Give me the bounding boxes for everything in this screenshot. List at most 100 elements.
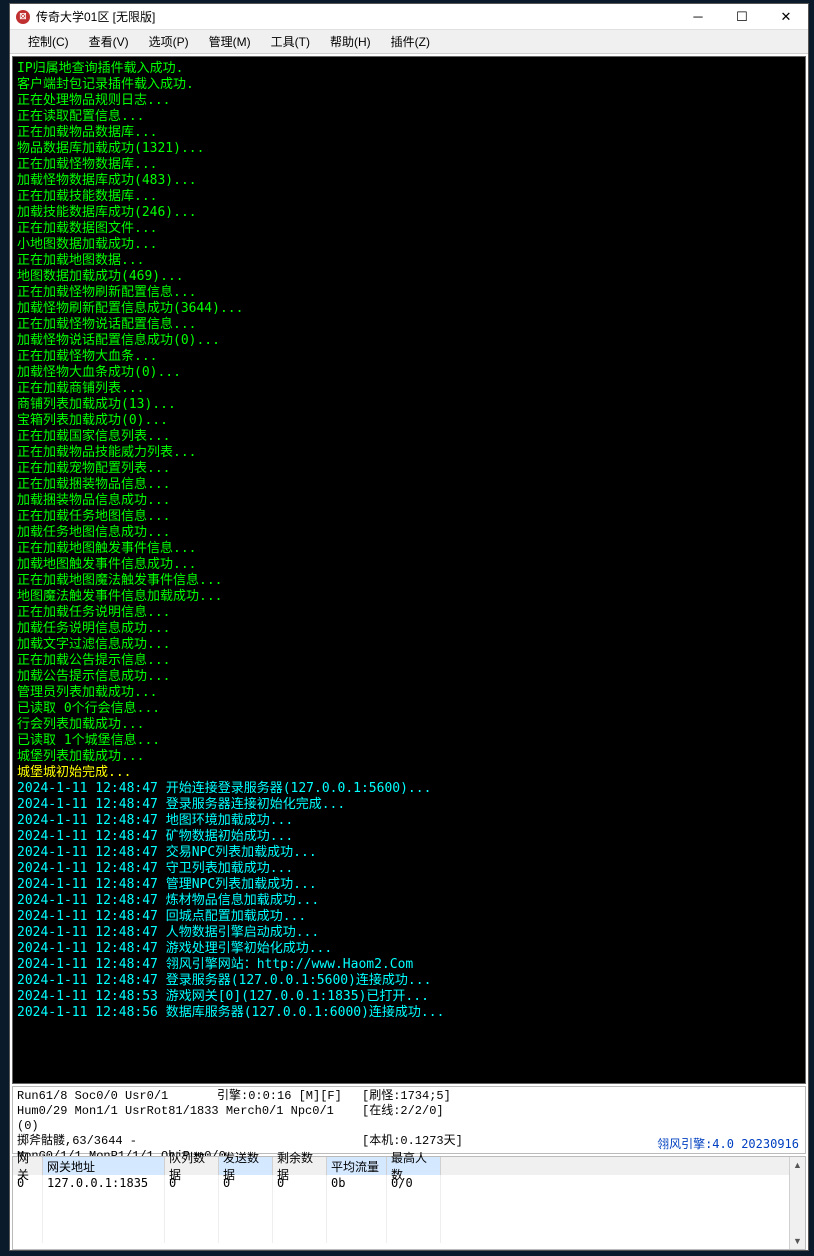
log-line: 加载怪物说话配置信息成功(0)... (13, 333, 805, 349)
cell-queue: 0 (165, 1175, 219, 1192)
table-row[interactable] (13, 1209, 805, 1226)
log-line: 正在加载数据图文件... (13, 221, 805, 237)
log-line: 城堡城初始完成... (13, 765, 805, 781)
log-line: 正在加载宠物配置列表... (13, 461, 805, 477)
console-log[interactable]: IP归属地查询插件载入成功.客户端封包记录插件载入成功.正在处理物品规则日志..… (12, 56, 806, 1084)
menu-options[interactable]: 选项(P) (139, 31, 199, 52)
log-line: 2024-1-11 12:48:47 登录服务器连接初始化完成... (13, 797, 805, 813)
log-line: 正在加载地图魔法触发事件信息... (13, 573, 805, 589)
table-row[interactable] (13, 1226, 805, 1243)
log-line: 正在加载怪物说话配置信息... (13, 317, 805, 333)
grid-scrollbar[interactable]: ▲ ▼ (789, 1157, 805, 1249)
status-online: [在线:2/2/0] (362, 1104, 801, 1134)
log-line: 2024-1-11 12:48:47 交易NPC列表加载成功... (13, 845, 805, 861)
col-remain[interactable]: 剩余数据 (273, 1157, 327, 1175)
maximize-button[interactable]: ☐ (720, 4, 764, 30)
log-line: 加载怪物大血条成功(0)... (13, 365, 805, 381)
log-line: 正在加载捆装物品信息... (13, 477, 805, 493)
log-line: 地图数据加载成功(469)... (13, 269, 805, 285)
log-line: 正在加载物品技能威力列表... (13, 445, 805, 461)
log-line: 正在加载地图数据... (13, 253, 805, 269)
log-line: 加载地图触发事件信息成功... (13, 557, 805, 573)
menubar: 控制(C) 查看(V) 选项(P) 管理(M) 工具(T) 帮助(H) 插件(Z… (10, 30, 808, 54)
minimize-button[interactable]: ─ (676, 4, 720, 30)
cell-gateway: 0 (13, 1175, 43, 1192)
log-line: 加载任务说明信息成功... (13, 621, 805, 637)
log-line: IP归属地查询插件载入成功. (13, 61, 805, 77)
log-line: 物品数据库加载成功(1321)... (13, 141, 805, 157)
log-line: 正在加载怪物数据库... (13, 157, 805, 173)
log-line: 正在加载技能数据库... (13, 189, 805, 205)
menu-view[interactable]: 查看(V) (79, 31, 139, 52)
log-line: 正在加载怪物大血条... (13, 349, 805, 365)
window-controls: ─ ☐ ✕ (676, 4, 808, 30)
log-line: 正在处理物品规则日志... (13, 93, 805, 109)
log-line: 正在加载地图触发事件信息... (13, 541, 805, 557)
log-line: 2024-1-11 12:48:47 炼材物品信息加载成功... (13, 893, 805, 909)
log-line: 正在加载商铺列表... (13, 381, 805, 397)
cell-send: 0 (219, 1175, 273, 1192)
log-line: 正在加载任务地图信息... (13, 509, 805, 525)
log-line: 2024-1-11 12:48:47 登录服务器(127.0.0.1:5600)… (13, 973, 805, 989)
table-row[interactable]: 0 127.0.0.1:1835 0 0 0 0b 0/0 (13, 1175, 805, 1192)
col-avg[interactable]: 平均流量 (327, 1157, 387, 1175)
menu-plugins[interactable]: 插件(Z) (381, 31, 440, 52)
cell-address: 127.0.0.1:1835 (43, 1175, 165, 1192)
log-line: 行会列表加载成功... (13, 717, 805, 733)
log-line: 宝箱列表加载成功(0)... (13, 413, 805, 429)
log-line: 加载公告提示信息成功... (13, 669, 805, 685)
titlebar[interactable]: ☒ 传奇大学01区 [无限版] ─ ☐ ✕ (10, 4, 808, 30)
engine-version: 翎风引擎:4.0 20230916 (657, 1137, 799, 1152)
log-line: 2024-1-11 12:48:47 守卫列表加载成功... (13, 861, 805, 877)
main-window: ☒ 传奇大学01区 [无限版] ─ ☐ ✕ 控制(C) 查看(V) 选项(P) … (9, 3, 809, 1251)
col-max[interactable]: 最高人数 (387, 1157, 441, 1175)
col-send[interactable]: 发送数据 (219, 1157, 273, 1175)
log-line: 商铺列表加载成功(13)... (13, 397, 805, 413)
col-address[interactable]: 网关地址 (43, 1157, 165, 1175)
cell-max: 0/0 (387, 1175, 441, 1192)
col-gateway[interactable]: 网关 (13, 1157, 43, 1175)
log-line: 加载怪物数据库成功(483)... (13, 173, 805, 189)
cell-remain: 0 (273, 1175, 327, 1192)
menu-control[interactable]: 控制(C) (18, 31, 79, 52)
log-line: 加载任务地图信息成功... (13, 525, 805, 541)
scroll-up-icon[interactable]: ▲ (790, 1157, 805, 1173)
log-line: 管理员列表加载成功... (13, 685, 805, 701)
status-engine-time: 引擎:0:0:16 [M][F] (217, 1089, 362, 1104)
log-line: 2024-1-11 12:48:47 矿物数据初始成功... (13, 829, 805, 845)
log-line: 正在加载国家信息列表... (13, 429, 805, 445)
close-button[interactable]: ✕ (764, 4, 808, 30)
grid-header: 网关 网关地址 队列数据 发送数据 剩余数据 平均流量 最高人数 (13, 1157, 805, 1175)
status-run: Run61/8 Soc0/0 Usr0/1 (17, 1089, 217, 1104)
log-line: 2024-1-11 12:48:47 回城点配置加载成功... (13, 909, 805, 925)
table-row[interactable] (13, 1192, 805, 1209)
log-line: 小地图数据加载成功... (13, 237, 805, 253)
cell-avg: 0b (327, 1175, 387, 1192)
menu-help[interactable]: 帮助(H) (320, 31, 381, 52)
status-hum: Hum0/29 Mon1/1 UsrRot81/1833 Merch0/1 Np… (17, 1104, 362, 1134)
log-line: 已读取 1个城堡信息... (13, 733, 805, 749)
log-line: 正在读取配置信息... (13, 109, 805, 125)
log-line: 加载怪物刷新配置信息成功(3644)... (13, 301, 805, 317)
log-line: 加载技能数据库成功(246)... (13, 205, 805, 221)
log-line: 正在加载公告提示信息... (13, 653, 805, 669)
log-line: 加载文字过滤信息成功... (13, 637, 805, 653)
log-line: 2024-1-11 12:48:47 开始连接登录服务器(127.0.0.1:5… (13, 781, 805, 797)
scroll-down-icon[interactable]: ▼ (790, 1233, 805, 1249)
log-line: 2024-1-11 12:48:47 管理NPC列表加载成功... (13, 877, 805, 893)
log-line: 2024-1-11 12:48:53 游戏网关[0](127.0.0.1:183… (13, 989, 805, 1005)
status-spawn: [刷怪:1734;5] (362, 1089, 801, 1104)
window-title: 传奇大学01区 [无限版] (36, 8, 676, 25)
col-queue[interactable]: 队列数据 (165, 1157, 219, 1175)
app-icon: ☒ (16, 10, 30, 24)
log-line: 已读取 0个行会信息... (13, 701, 805, 717)
menu-manage[interactable]: 管理(M) (199, 31, 261, 52)
log-line: 2024-1-11 12:48:47 翎风引擎网站：http://www.Hao… (13, 957, 805, 973)
menu-tools[interactable]: 工具(T) (261, 31, 320, 52)
status-panel: Run61/8 Soc0/0 Usr0/1 引擎:0:0:16 [M][F] [… (12, 1086, 806, 1154)
log-line: 客户端封包记录插件载入成功. (13, 77, 805, 93)
gateway-grid[interactable]: 网关 网关地址 队列数据 发送数据 剩余数据 平均流量 最高人数 0 127.0… (12, 1156, 806, 1250)
log-line: 2024-1-11 12:48:47 游戏处理引擎初始化成功... (13, 941, 805, 957)
log-line: 2024-1-11 12:48:47 人物数据引擎启动成功... (13, 925, 805, 941)
log-line: 正在加载物品数据库... (13, 125, 805, 141)
